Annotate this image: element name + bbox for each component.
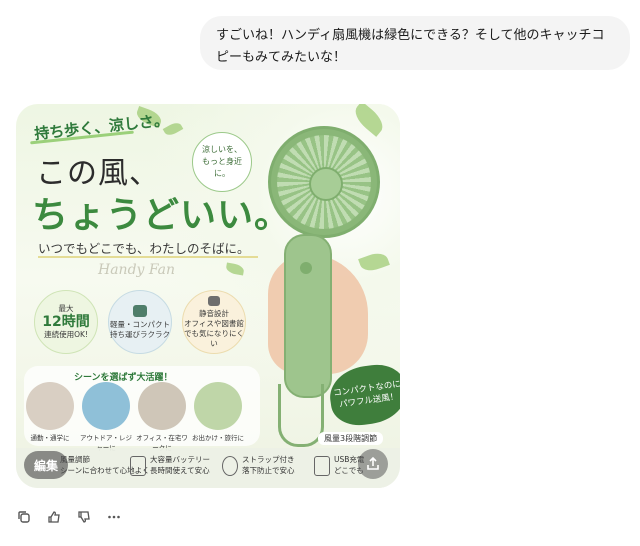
battery-icon bbox=[130, 456, 146, 476]
feature-bottom-text: 連続使用OK! bbox=[44, 330, 88, 339]
feature-big-text: 12時間 bbox=[42, 314, 90, 330]
more-icon bbox=[108, 515, 120, 519]
strap-icon bbox=[222, 456, 238, 476]
scene-title: シーンを選ばず大活躍！ bbox=[74, 373, 173, 383]
image-stamp: 涼しいを、もっと身近に。 bbox=[192, 132, 252, 192]
speaker-mute-icon bbox=[208, 295, 220, 306]
feature-quiet: 静音設計 オフィスや図書館でも気になりにくい bbox=[182, 290, 246, 354]
copy-icon bbox=[18, 511, 30, 523]
user-message-bubble: すごいね！ハンディ扇風機は緑色にできる？そして他のキャッチコピーもみてみたいな！ bbox=[200, 16, 630, 70]
image-headline-line2: ちょうどいい。 bbox=[32, 194, 292, 236]
feature-top-text: 軽量・コンパクト bbox=[110, 319, 170, 329]
image-script-text: Handy Fan bbox=[98, 262, 176, 278]
more-options-button[interactable] bbox=[106, 509, 122, 525]
feature-bottom-text: オフィスや図書館でも気になりにくい bbox=[184, 318, 244, 348]
bottom-item-strap: ストラップ付き 落下防止で安心 bbox=[242, 454, 295, 476]
scene-caption: 通勤・通学に bbox=[30, 434, 70, 442]
feature-bottom-text: 持ち運びラクラク bbox=[110, 329, 170, 339]
bottom-item-title: 大容量バッテリー bbox=[150, 455, 210, 464]
subheadline-underline bbox=[38, 256, 258, 258]
generated-image[interactable]: 持ち歩く、涼しさ。 この風、 ちょうどいい。 いつでもどこでも、わたしのそばに。… bbox=[16, 104, 400, 488]
scene-caption: お出かけ・旅行に bbox=[192, 434, 244, 442]
image-subheadline: いつでもどこでも、わたしのそばに。 bbox=[38, 241, 250, 256]
bottom-item-desc: 長時間使えて安心 bbox=[150, 466, 210, 475]
share-icon bbox=[367, 457, 379, 470]
scene-image-outdoor bbox=[82, 382, 130, 430]
share-button[interactable] bbox=[358, 449, 388, 479]
feature-lightweight: 軽量・コンパクト 持ち運びラクラク bbox=[108, 290, 172, 354]
scene-image-commute bbox=[26, 382, 74, 430]
fan-hub bbox=[309, 167, 343, 201]
bottom-item-title: ストラップ付き bbox=[242, 455, 295, 464]
thumbs-down-button[interactable] bbox=[76, 509, 92, 525]
fan-power-button-illustration bbox=[300, 262, 312, 274]
feature-top-text: 最大 bbox=[58, 304, 74, 313]
fan-head-illustration bbox=[268, 126, 380, 238]
feature-battery: 最大 12時間 連続使用OK! bbox=[34, 290, 98, 354]
bottom-item-desc: 落下防止で安心 bbox=[242, 466, 295, 475]
copy-button[interactable] bbox=[16, 509, 32, 525]
scene-image-office bbox=[138, 382, 186, 430]
feature-top-text: 静音設計 bbox=[199, 308, 229, 318]
edit-image-button[interactable]: 編集 bbox=[24, 451, 68, 479]
thumbs-up-button[interactable] bbox=[46, 509, 62, 525]
user-message-text: すごいね！ハンディ扇風機は緑色にできる？そして他のキャッチコピーもみてみたいな！ bbox=[216, 28, 605, 65]
image-badge-foot: 風量3段階調節 bbox=[318, 432, 384, 445]
bag-icon bbox=[133, 304, 147, 317]
fan-handle-illustration bbox=[284, 234, 332, 398]
bottom-item-battery: 大容量バッテリー 長時間使えて安心 bbox=[150, 454, 210, 476]
message-actions bbox=[16, 508, 122, 526]
thumbs-up-icon bbox=[48, 511, 60, 523]
usb-icon bbox=[314, 456, 330, 476]
scene-image-travel bbox=[194, 382, 242, 430]
thumbs-down-icon bbox=[78, 511, 90, 523]
